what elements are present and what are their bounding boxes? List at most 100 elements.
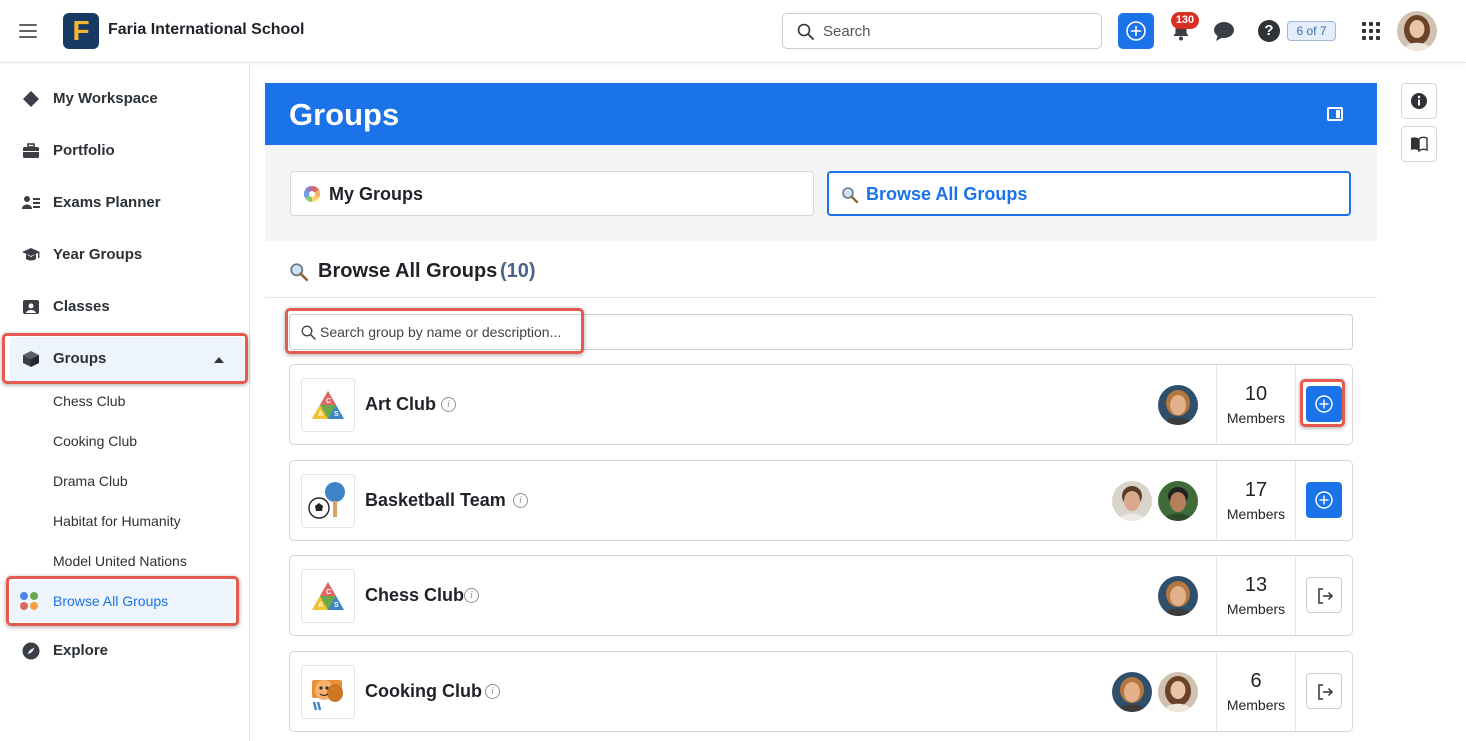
groups-content: Browse All Groups (10) CAS Art Club i 10… — [265, 241, 1377, 741]
plus-circle-icon — [1126, 21, 1146, 41]
sidebar-subitem-drama-club[interactable]: Drama Club — [53, 473, 128, 489]
svg-text:A: A — [318, 602, 323, 609]
group-card-chess-club[interactable]: CA S Chess Club i 13 Members — [289, 555, 1353, 636]
info-icon[interactable]: i — [513, 493, 528, 508]
member-avatar[interactable] — [1112, 672, 1152, 712]
color-wheel-icon — [304, 186, 320, 202]
sidebar-subitem-cooking-club[interactable]: Cooking Club — [53, 433, 137, 449]
sidebar-item-portfolio[interactable]: Portfolio — [10, 129, 244, 173]
info-icon[interactable]: i — [441, 397, 456, 412]
sidebar-item-label: Classes — [53, 298, 110, 315]
school-logo[interactable]: F — [63, 13, 99, 49]
sidebar-item-classes[interactable]: Classes — [10, 285, 244, 329]
member-count-label: Members — [1226, 410, 1286, 426]
sidebar-subitem-chess-club[interactable]: Chess Club — [53, 393, 125, 409]
sidebar-item-exams-planner[interactable]: Exams Planner — [10, 181, 244, 225]
member-avatar[interactable] — [1158, 672, 1198, 712]
workspace-icon — [23, 91, 39, 107]
search-icon — [797, 23, 814, 40]
plus-circle-icon — [1315, 491, 1333, 509]
sidebar: My Workspace Portfolio Exams Planner Yea… — [0, 64, 250, 741]
join-group-button[interactable] — [1306, 386, 1342, 422]
help-icon[interactable]: ? — [1258, 20, 1280, 42]
section-title: Browse All Groups — [318, 260, 498, 282]
group-card-basketball-team[interactable]: Basketball Team i 17 Members — [289, 460, 1353, 541]
cube-icon — [23, 351, 39, 367]
sidebar-item-label: Portfolio — [53, 142, 115, 159]
leave-group-button[interactable] — [1306, 577, 1342, 613]
sidebar-subitem-model-united-nations[interactable]: Model United Nations — [53, 553, 187, 569]
sidebar-item-label: My Workspace — [53, 90, 158, 107]
magnifier-icon — [290, 263, 309, 282]
global-search[interactable] — [782, 13, 1102, 49]
group-name[interactable]: Art Club — [365, 394, 436, 415]
join-group-button[interactable] — [1306, 482, 1342, 518]
add-button[interactable] — [1118, 13, 1154, 49]
page-counter[interactable]: 6 of 7 — [1287, 21, 1336, 41]
sidebar-item-explore[interactable]: Explore — [10, 629, 244, 673]
panel-toggle-icon[interactable] — [1327, 107, 1343, 121]
member-avatar[interactable] — [1158, 576, 1198, 616]
info-icon[interactable]: i — [464, 588, 479, 603]
sidebar-item-year-groups[interactable]: Year Groups — [10, 233, 244, 277]
leave-group-button[interactable] — [1306, 673, 1342, 709]
cas-triangle-icon: CA S — [301, 378, 355, 432]
user-avatar[interactable] — [1397, 11, 1437, 51]
classes-icon — [23, 300, 39, 314]
member-count-label: Members — [1226, 601, 1286, 617]
group-card-cooking-club[interactable]: Cooking Club i 6 Members — [289, 651, 1353, 732]
four-dots-icon — [20, 592, 38, 610]
book-panel-button[interactable] — [1401, 126, 1437, 162]
group-search[interactable] — [289, 314, 1353, 350]
theater-masks-icon — [301, 665, 355, 719]
svg-text:A: A — [318, 411, 323, 418]
group-name[interactable]: Basketball Team — [365, 490, 506, 511]
member-count-label: Members — [1226, 697, 1286, 713]
apps-grid-icon[interactable] — [1362, 22, 1380, 40]
member-count: 13 Members — [1216, 556, 1296, 635]
briefcase-icon — [23, 143, 39, 158]
svg-text:S: S — [334, 602, 339, 609]
notification-badge: 130 — [1171, 12, 1199, 29]
member-count: 10 Members — [1216, 365, 1296, 444]
sidebar-item-groups[interactable]: Groups — [10, 337, 244, 381]
caret-up-icon[interactable] — [214, 357, 224, 363]
hamburger-menu-icon[interactable] — [19, 22, 39, 40]
tab-label: Browse All Groups — [866, 184, 1028, 204]
group-name[interactable]: Cooking Club — [365, 681, 482, 702]
tab-browse-all-groups[interactable]: Browse All Groups — [827, 171, 1351, 216]
sidebar-item-my-workspace[interactable]: My Workspace — [10, 77, 244, 121]
group-count: (10) — [500, 260, 536, 282]
member-count-label: Members — [1226, 506, 1286, 522]
member-count: 17 Members — [1216, 461, 1296, 540]
svg-text:S: S — [334, 411, 339, 418]
page-title: Groups — [289, 97, 400, 132]
sidebar-item-browse-all-groups[interactable]: Browse All Groups — [10, 581, 234, 621]
member-count-number: 13 — [1244, 574, 1268, 596]
svg-text:C: C — [326, 398, 331, 405]
chat-icon[interactable] — [1213, 21, 1235, 42]
info-panel-button[interactable] — [1401, 83, 1437, 119]
member-count-number: 10 — [1244, 383, 1268, 405]
exit-icon — [1318, 684, 1334, 700]
group-name[interactable]: Chess Club — [365, 585, 464, 606]
member-count-number: 6 — [1250, 670, 1262, 692]
tab-my-groups[interactable]: My Groups — [290, 171, 814, 216]
member-avatar[interactable] — [1158, 385, 1198, 425]
global-search-input[interactable] — [823, 14, 1093, 48]
top-bar: F Faria International School 130 ? 6 of … — [0, 0, 1466, 63]
cas-triangle-icon: CA S — [301, 569, 355, 623]
sidebar-item-label: Groups — [53, 350, 107, 367]
book-icon — [1411, 136, 1428, 152]
member-avatar[interactable] — [1112, 481, 1152, 521]
sports-balls-icon — [301, 474, 355, 528]
member-avatar[interactable] — [1158, 481, 1198, 521]
info-icon[interactable]: i — [485, 684, 500, 699]
group-search-input[interactable] — [320, 315, 1340, 349]
group-card-art-club[interactable]: CA S Art Club i 10 Members — [289, 364, 1353, 445]
school-name[interactable]: Faria International School — [108, 21, 304, 39]
sidebar-item-label: Explore — [53, 642, 109, 659]
sidebar-subitem-habitat-for-humanity[interactable]: Habitat for Humanity — [53, 513, 181, 529]
member-count: 6 Members — [1216, 652, 1296, 731]
info-icon — [1411, 93, 1427, 109]
